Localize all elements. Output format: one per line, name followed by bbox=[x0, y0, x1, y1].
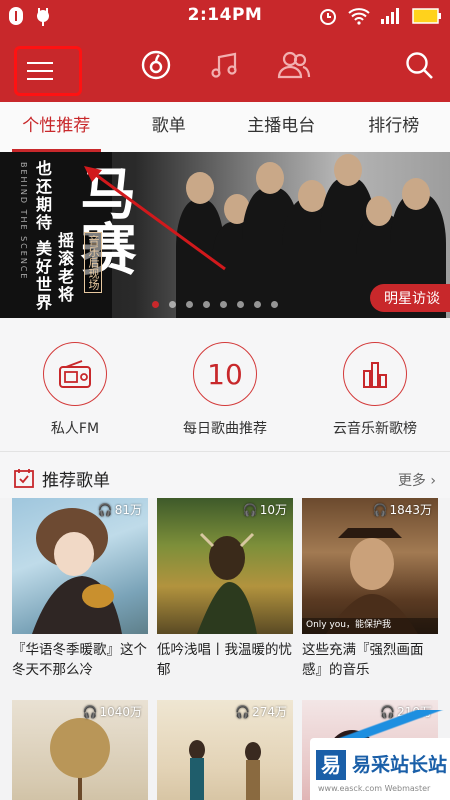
tab-charts[interactable]: 排行榜 bbox=[338, 102, 450, 152]
headphones-icon: 🎧 bbox=[372, 502, 388, 517]
banner-side-text: BEHIND THE SCENCE bbox=[19, 162, 28, 281]
quick-links: 私人FM 10 每日歌曲推荐 云音乐新歌榜 bbox=[0, 318, 450, 452]
radio-icon bbox=[43, 342, 107, 406]
watermark-url: www.easck.com Webmaster bbox=[318, 784, 431, 793]
carousel-dot[interactable] bbox=[186, 301, 193, 308]
chevron-right-icon: › bbox=[430, 473, 436, 489]
playlist-card[interactable]: 🎧 1040万 bbox=[12, 700, 148, 800]
playlist-cover: 🎧 274万 bbox=[157, 700, 293, 800]
chart-bars-icon bbox=[343, 342, 407, 406]
headphones-icon: 🎧 bbox=[97, 502, 113, 517]
play-count-value: 1040万 bbox=[99, 705, 142, 719]
playlist-cover: 🎧 1843万 Only you，能保护我 bbox=[302, 498, 438, 634]
my-music-tab-button[interactable] bbox=[208, 50, 242, 84]
status-right-icons bbox=[318, 6, 442, 30]
playlist-cover: 🎧 1040万 bbox=[12, 700, 148, 800]
friends-tab-button[interactable] bbox=[277, 50, 311, 84]
calendar-check-icon bbox=[14, 468, 34, 492]
carousel-dot[interactable] bbox=[220, 301, 227, 308]
play-count: 🎧 10万 bbox=[243, 501, 287, 518]
carousel-dot[interactable] bbox=[237, 301, 244, 308]
carousel-dot[interactable] bbox=[271, 301, 278, 308]
banner-badge[interactable]: 明星访谈 bbox=[370, 284, 450, 312]
watermark-text: 易采站长站 bbox=[352, 754, 448, 776]
recommended-section-header: 推荐歌单 更多 › bbox=[0, 452, 450, 498]
playlist-card[interactable]: 🎧 81万 『华语冬季暖歌』这个冬天不那么冷 bbox=[12, 498, 148, 684]
play-count: 🎧 1040万 bbox=[83, 703, 143, 720]
music-note-icon bbox=[209, 49, 241, 85]
playlist-title: 这些充满『强烈画面感』的音乐 bbox=[302, 642, 424, 678]
play-count-value: 10万 bbox=[259, 503, 287, 517]
carousel-dot[interactable] bbox=[169, 301, 176, 308]
play-count: 🎧 1843万 bbox=[373, 501, 433, 518]
friends-icon bbox=[277, 49, 311, 85]
playlist-card[interactable]: 🎧 274万 bbox=[157, 700, 293, 800]
recommended-title: 推荐歌单 bbox=[42, 471, 110, 491]
poem-line-1b: 美好世界 bbox=[33, 240, 52, 312]
carousel-dots bbox=[152, 301, 278, 308]
new-songs-chart-button[interactable]: 云音乐新歌榜 bbox=[300, 318, 450, 451]
private-fm-label: 私人FM bbox=[50, 421, 100, 437]
daily-number: 10 bbox=[207, 357, 243, 391]
daily-recommend-label: 每日歌曲推荐 bbox=[183, 421, 267, 437]
annotation-arrow bbox=[84, 166, 226, 271]
playlist-cover: 🎧 81万 bbox=[12, 498, 148, 634]
watermark: 易 易采站长站 www.easck.com Webmaster bbox=[310, 738, 450, 800]
playlist-cover: 🎧 10万 bbox=[157, 498, 293, 634]
status-bar: 2:14PM bbox=[0, 0, 450, 32]
headphones-icon: 🎧 bbox=[82, 704, 98, 719]
more-label: 更多 bbox=[397, 473, 426, 489]
signal-icon bbox=[380, 7, 402, 29]
music-disc-tab-button[interactable] bbox=[139, 50, 173, 84]
playlist-title: 『华语冬季暖歌』这个冬天不那么冷 bbox=[12, 642, 147, 678]
wifi-icon bbox=[348, 7, 370, 29]
play-count-value: 1843万 bbox=[389, 503, 432, 517]
app-header bbox=[0, 32, 450, 102]
poem-line-1: 也还期待 bbox=[33, 160, 52, 232]
battery-icon bbox=[412, 7, 442, 29]
play-count-value: 81万 bbox=[114, 503, 142, 517]
search-button[interactable] bbox=[402, 50, 436, 84]
carousel-dot[interactable] bbox=[254, 301, 261, 308]
watermark-logo: 易 bbox=[316, 750, 346, 780]
playlist-title: 低吟浅唱丨我温暖的忧郁 bbox=[157, 642, 292, 678]
headphones-icon: 🎧 bbox=[235, 704, 251, 719]
play-count: 🎧 274万 bbox=[235, 703, 287, 720]
search-icon bbox=[404, 50, 434, 84]
banner-carousel[interactable]: BEHIND THE SCENCE 也还期待 美好世界 摇滚老将 马赛 音乐后现… bbox=[0, 152, 450, 318]
play-count: 🎧 81万 bbox=[98, 501, 142, 518]
carousel-dot[interactable] bbox=[203, 301, 210, 308]
menu-button[interactable] bbox=[14, 46, 82, 96]
watermark-slash bbox=[310, 710, 450, 738]
tab-radio[interactable]: 主播电台 bbox=[225, 102, 338, 152]
private-fm-button[interactable]: 私人FM bbox=[0, 318, 150, 451]
tab-playlists[interactable]: 歌单 bbox=[113, 102, 226, 152]
alarm-icon bbox=[318, 6, 338, 30]
more-link[interactable]: 更多 › bbox=[398, 470, 436, 490]
new-songs-chart-label: 云音乐新歌榜 bbox=[333, 421, 417, 437]
calendar-10-icon: 10 bbox=[193, 342, 257, 406]
discover-tabs: 个性推荐 歌单 主播电台 排行榜 bbox=[0, 102, 450, 152]
cover-caption: Only you，能保护我 bbox=[306, 620, 392, 630]
play-count-value: 274万 bbox=[252, 705, 287, 719]
daily-recommend-button[interactable]: 10 每日歌曲推荐 bbox=[150, 318, 300, 451]
music-disc-icon bbox=[140, 49, 172, 85]
tab-recommend[interactable]: 个性推荐 bbox=[0, 102, 113, 152]
headphones-icon: 🎧 bbox=[242, 502, 258, 517]
playlist-card[interactable]: 🎧 10万 低吟浅唱丨我温暖的忧郁 bbox=[157, 498, 293, 684]
playlist-card[interactable]: 🎧 1843万 Only you，能保护我 这些充满『强烈画面感』的音乐 bbox=[302, 498, 438, 684]
carousel-dot[interactable] bbox=[152, 301, 159, 308]
